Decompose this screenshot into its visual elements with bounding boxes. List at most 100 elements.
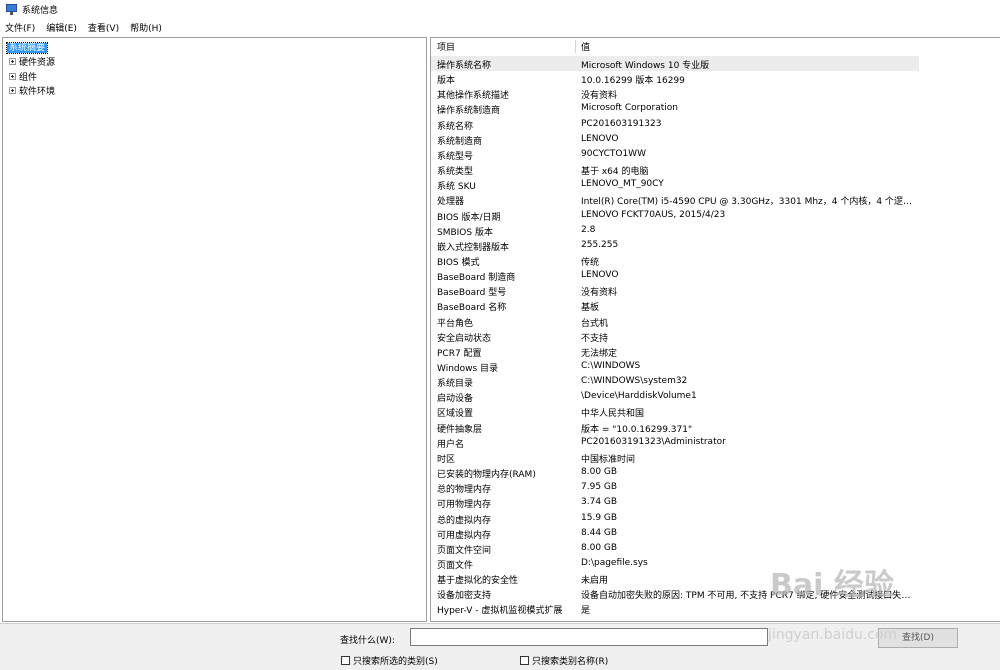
table-row[interactable]: 可用虚拟内存 8.44 GB bbox=[431, 526, 919, 541]
table-header: 项目 值 bbox=[431, 38, 1000, 55]
row-item: 基于虚拟化的安全性 bbox=[437, 576, 519, 587]
table-row[interactable]: PCR7 配置 无法绑定 bbox=[431, 344, 919, 359]
table-row[interactable]: 页面文件空间 8.00 GB bbox=[431, 541, 919, 556]
row-item: BIOS 版本/日期 bbox=[437, 212, 501, 223]
tree-item-system-summary[interactable]: 系统摘要 bbox=[5, 40, 49, 54]
table-row[interactable]: 操作系统名称 Microsoft Windows 10 专业版 bbox=[431, 56, 919, 71]
row-item: 其他操作系统描述 bbox=[437, 91, 510, 102]
row-item: SMBIOS 版本 bbox=[437, 227, 493, 238]
row-item: 版本 bbox=[437, 76, 456, 87]
row-item: 操作系统制造商 bbox=[437, 106, 501, 117]
row-value: LENOVO bbox=[581, 270, 619, 281]
baidu-watermark-url: jingyan.baidu.com bbox=[768, 627, 898, 643]
row-item: 区域设置 bbox=[437, 409, 474, 420]
row-value: D:\pagefile.sys bbox=[581, 557, 648, 568]
column-header-item[interactable]: 项目 bbox=[437, 40, 455, 53]
checkbox-box[interactable] bbox=[520, 656, 529, 665]
table-row[interactable]: 系统目录 C:\WINDOWS\system32 bbox=[431, 374, 919, 389]
table-row[interactable]: BIOS 模式 传统 bbox=[431, 253, 919, 268]
row-value: PC201603191323\Administrator bbox=[581, 436, 726, 447]
row-item: 用户名 bbox=[437, 439, 465, 450]
row-item: 硬件抽象层 bbox=[437, 424, 483, 435]
table-row[interactable]: 总的虚拟内存 15.9 GB bbox=[431, 511, 919, 526]
row-item: 页面文件 bbox=[437, 560, 474, 571]
table-row[interactable]: 系统类型 基于 x64 的电脑 bbox=[431, 162, 919, 177]
row-item: 时区 bbox=[437, 454, 456, 465]
find-input[interactable] bbox=[410, 628, 768, 646]
table-row[interactable]: 区域设置 中华人民共和国 bbox=[431, 404, 919, 419]
table-row[interactable]: 操作系统制造商 Microsoft Corporation bbox=[431, 101, 919, 116]
row-value: 3.74 GB bbox=[581, 497, 618, 508]
column-header-value[interactable]: 值 bbox=[581, 40, 590, 53]
row-value: 基板 bbox=[581, 303, 600, 314]
row-value: 没有资料 bbox=[581, 91, 618, 102]
row-value: LENOVO_MT_90CY bbox=[581, 179, 664, 190]
column-divider[interactable] bbox=[575, 40, 576, 53]
category-tree[interactable]: 系统摘要 硬件资源 组件 软件环境 bbox=[2, 37, 427, 622]
table-row[interactable]: 启动设备 \Device\HarddiskVolume1 bbox=[431, 389, 919, 404]
row-item: Hyper-V - 虚拟机监视模式扩展 bbox=[437, 606, 563, 617]
row-value: \Device\HarddiskVolume1 bbox=[581, 391, 697, 402]
table-row[interactable]: Windows 目录 C:\WINDOWS bbox=[431, 359, 919, 374]
expand-icon[interactable] bbox=[9, 73, 16, 80]
row-item: 系统制造商 bbox=[437, 136, 483, 147]
menu-bar: 文件(F) 编辑(E) 查看(V) 帮助(H) bbox=[0, 19, 168, 35]
table-row[interactable]: 嵌入式控制器版本 255.255 bbox=[431, 238, 919, 253]
tree-item-hardware[interactable]: 硬件资源 bbox=[9, 55, 55, 68]
row-value: 90CYCTO1WW bbox=[581, 148, 646, 159]
row-item: Hyper-V - 第二级地址转换扩展 bbox=[437, 619, 562, 621]
row-item: 启动设备 bbox=[437, 394, 474, 405]
row-item: 操作系统名称 bbox=[437, 61, 492, 71]
row-item: BaseBoard 名称 bbox=[437, 303, 507, 314]
row-item: 已安装的物理内存(RAM) bbox=[437, 470, 536, 481]
table-row[interactable]: 系统制造商 LENOVO bbox=[431, 132, 919, 147]
row-value: 传统 bbox=[581, 257, 600, 268]
table-row[interactable]: 系统 SKU LENOVO_MT_90CY bbox=[431, 177, 919, 192]
table-row[interactable]: BaseBoard 制造商 LENOVO bbox=[431, 268, 919, 283]
search-selected-category-checkbox[interactable]: 只搜索所选的类别(S) bbox=[341, 654, 438, 667]
row-value: 中国标准时间 bbox=[581, 454, 636, 465]
table-row[interactable]: 已安装的物理内存(RAM) 8.00 GB bbox=[431, 465, 919, 480]
row-value: 未启用 bbox=[581, 576, 609, 587]
table-row[interactable]: 用户名 PC201603191323\Administrator bbox=[431, 435, 919, 450]
row-item: 系统目录 bbox=[437, 379, 474, 390]
expand-icon[interactable] bbox=[9, 58, 16, 65]
menu-view[interactable]: 查看(V) bbox=[88, 21, 119, 34]
row-value: Microsoft Windows 10 专业版 bbox=[581, 61, 710, 71]
table-row[interactable]: 安全启动状态 不支持 bbox=[431, 329, 919, 344]
table-row[interactable]: 时区 中国标准时间 bbox=[431, 450, 919, 465]
row-item: 可用物理内存 bbox=[437, 500, 492, 511]
row-item: 嵌入式控制器版本 bbox=[437, 242, 510, 253]
table-row[interactable]: 处理器 Intel(R) Core(TM) i5-4590 CPU @ 3.30G… bbox=[431, 192, 919, 207]
row-item: 总的物理内存 bbox=[437, 485, 492, 496]
row-item: 页面文件空间 bbox=[437, 545, 492, 556]
details-table[interactable]: 项目 值 操作系统名称 Microsoft Windows 10 专业版 版本 10.… bbox=[430, 37, 1000, 622]
row-value: C:\WINDOWS\system32 bbox=[581, 376, 688, 387]
menu-help[interactable]: 帮助(H) bbox=[130, 21, 162, 34]
row-value: 不支持 bbox=[581, 333, 609, 344]
table-row[interactable]: BIOS 版本/日期 LENOVO FCKT70AUS, 2015/4/23 bbox=[431, 208, 919, 223]
table-row[interactable]: 系统型号 90CYCTO1WW bbox=[431, 147, 919, 162]
table-row[interactable]: 可用物理内存 3.74 GB bbox=[431, 495, 919, 510]
table-row[interactable]: SMBIOS 版本 2.8 bbox=[431, 223, 919, 238]
system-info-icon bbox=[6, 3, 17, 15]
table-row[interactable]: 硬件抽象层 版本 = "10.0.16299.371" bbox=[431, 420, 919, 435]
row-value: PC201603191323 bbox=[581, 118, 662, 129]
tree-item-software[interactable]: 软件环境 bbox=[9, 84, 55, 97]
table-row[interactable]: BaseBoard 名称 基板 bbox=[431, 298, 919, 313]
table-row[interactable]: Hyper-V - 第二级地址转换扩展 是 bbox=[431, 617, 919, 621]
table-row[interactable]: 系统名称 PC201603191323 bbox=[431, 117, 919, 132]
row-item: BaseBoard 型号 bbox=[437, 288, 507, 299]
tree-item-components[interactable]: 组件 bbox=[9, 70, 37, 83]
expand-icon[interactable] bbox=[9, 87, 16, 94]
search-category-names-checkbox[interactable]: 只搜索类别名称(R) bbox=[520, 654, 608, 667]
row-item: BaseBoard 制造商 bbox=[437, 273, 516, 284]
checkbox-box[interactable] bbox=[341, 656, 350, 665]
table-row[interactable]: 平台角色 台式机 bbox=[431, 314, 919, 329]
table-row[interactable]: BaseBoard 型号 没有资料 bbox=[431, 283, 919, 298]
menu-edit[interactable]: 编辑(E) bbox=[46, 21, 77, 34]
table-row[interactable]: 版本 10.0.16299 版本 16299 bbox=[431, 71, 919, 86]
table-row[interactable]: 总的物理内存 7.95 GB bbox=[431, 480, 919, 495]
table-row[interactable]: 其他操作系统描述 没有资料 bbox=[431, 86, 919, 101]
menu-file[interactable]: 文件(F) bbox=[5, 21, 35, 34]
